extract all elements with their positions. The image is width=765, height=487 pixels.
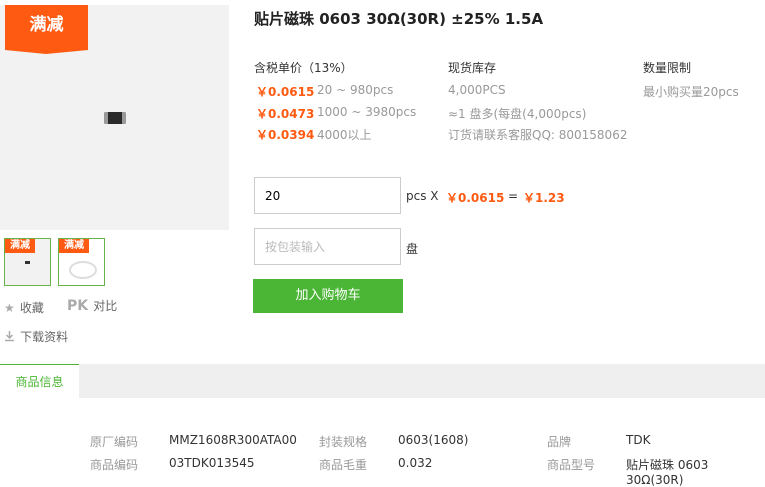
add-to-cart-button[interactable]: 加入购物车 — [253, 279, 403, 313]
spec-value: 贴片磁珠 0603 30Ω(30R) — [626, 458, 709, 487]
spec-label: 商品编码 — [90, 458, 139, 472]
limit-text: 最小购买量20pcs — [643, 85, 739, 99]
stock-header: 现货库存 — [448, 61, 497, 75]
star-icon: ★ — [4, 301, 15, 315]
thumbnail-promo-badge: 满减 — [59, 239, 89, 253]
download-icon — [5, 331, 14, 342]
unit-reel-label: 盘 — [406, 242, 419, 256]
product-title: 贴片磁珠 0603 30Ω(30R) ±25% 1.5A — [254, 10, 544, 28]
thumbnail-promo-badge: 满减 — [5, 239, 35, 253]
promo-badge: 满减 — [5, 5, 88, 54]
tab-bar — [0, 364, 765, 398]
tab-product-info[interactable]: 商品信息 — [0, 364, 79, 398]
favorite-link[interactable]: ★ 收藏 — [4, 297, 44, 316]
stock-contact: 订货请联系客服QQ: 800158062 — [448, 128, 628, 142]
qty-tier-2: 1000 ~ 3980pcs — [317, 105, 417, 119]
spec-value: MMZ1608R300ATA00 — [169, 433, 297, 447]
price-header: 含税单价（13%） — [254, 61, 353, 75]
thumbnail-2[interactable]: 满减 — [58, 238, 105, 286]
download-label: 下载资料 — [20, 330, 69, 344]
limit-header: 数量限制 — [643, 61, 692, 75]
thumbnail-1[interactable]: 满减 — [4, 238, 51, 286]
spec-value: TDK — [626, 433, 651, 447]
spec-label: 商品型号 — [547, 458, 596, 472]
spec-value: 0603(1608) — [398, 433, 469, 447]
spec-label: 原厂编码 — [90, 435, 139, 449]
quantity-input[interactable] — [254, 177, 401, 214]
stock-reel-info: ≈1 盘多(每盘(4,000pcs) — [448, 107, 587, 121]
stock-qty: 4,000PCS — [448, 83, 506, 97]
unit-price: ￥0.0615 — [446, 191, 505, 205]
compare-link[interactable]: PK 对比 — [67, 295, 117, 314]
total-price: ￥1.23 — [523, 191, 565, 205]
bead-component-image — [104, 112, 126, 124]
equals-sign: = — [508, 189, 519, 203]
price-tier-1: ￥0.0615 — [256, 85, 315, 99]
spec-label: 封装规格 — [319, 435, 368, 449]
spec-label: 品牌 — [547, 435, 572, 449]
compare-label: 对比 — [93, 299, 118, 313]
price-tier-2: ￥0.0473 — [256, 107, 315, 121]
spec-label: 商品毛重 — [319, 458, 368, 472]
download-link[interactable]: 下载资料 — [4, 326, 68, 345]
thumbnail-component — [25, 261, 30, 264]
qty-tier-3: 4000以上 — [317, 128, 372, 142]
price-tier-3: ￥0.0394 — [256, 128, 315, 142]
reel-input[interactable] — [254, 228, 401, 265]
unit-pcs-label: pcs X — [406, 189, 439, 203]
spec-value: 03TDK013545 — [169, 456, 255, 470]
thumbnail-reel — [69, 261, 97, 279]
pk-icon: PK — [67, 298, 89, 314]
qty-tier-1: 20 ~ 980pcs — [317, 83, 394, 97]
spec-value: 0.032 — [398, 456, 433, 470]
favorite-label: 收藏 — [19, 301, 44, 315]
